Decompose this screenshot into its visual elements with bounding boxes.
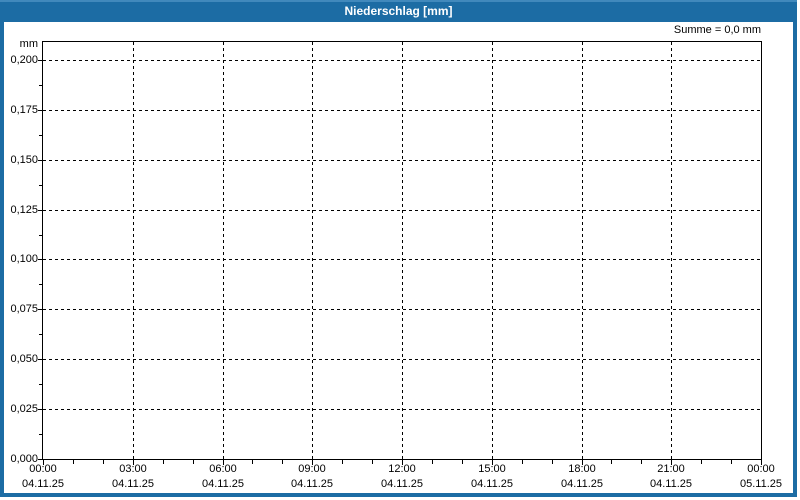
y-major-tick [38,110,42,111]
x-minor-tick [73,460,74,464]
x-tick-time-label: 03:00 [119,463,147,475]
sum-annotation: Summe = 0,0 mm [673,24,761,36]
x-minor-tick [372,460,373,464]
y-axis-unit-label: mm [19,38,38,50]
x-minor-tick [163,460,164,464]
y-tick-label: 0,050 [10,353,38,365]
y-major-tick [38,210,42,211]
x-tick-time-label: 00:00 [747,463,775,475]
x-tick-date-label: 04.11.25 [290,478,333,490]
y-major-tick [38,459,42,460]
chart-window: Niederschlag [mm] Summe = 0,0 mm mm 0,00… [0,0,800,500]
x-minor-tick [462,460,463,464]
y-minor-tick [39,284,42,285]
y-major-tick [38,309,42,310]
y-tick-label: 0,075 [10,303,38,315]
x-tick-time-label: 09:00 [298,463,326,475]
x-minor-tick [193,460,194,464]
y-tick-label: 0,175 [10,104,38,116]
x-minor-tick [103,460,104,464]
plot-area [42,41,762,460]
x-tick-date-label: 04.11.25 [201,478,244,490]
y-tick-label: 0,200 [10,54,38,66]
x-tick-date-label: 04.11.25 [560,478,603,490]
x-minor-tick [282,460,283,464]
y-major-tick [38,259,42,260]
gridline-vertical [133,42,134,459]
gridline-vertical [671,42,672,459]
x-tick-date-label: 04.11.25 [21,478,64,490]
x-tick-time-label: 21:00 [657,463,685,475]
x-tick-time-label: 00:00 [29,463,57,475]
x-minor-tick [731,460,732,464]
x-tick-date-label: 04.11.25 [111,478,154,490]
x-minor-tick [432,460,433,464]
x-minor-tick [522,460,523,464]
x-tick-date-label: 04.11.25 [649,478,692,490]
gridline-vertical [223,42,224,459]
x-tick-time-label: 06:00 [209,463,237,475]
chart-title-bar: Niederschlag [mm] [0,0,797,22]
x-tick-time-label: 15:00 [478,463,506,475]
y-tick-label: 0,150 [10,154,38,166]
x-tick-date-label: 05.11.25 [739,478,782,490]
x-tick-date-label: 04.11.25 [470,478,513,490]
x-minor-tick [252,460,253,464]
y-minor-tick [39,185,42,186]
y-minor-tick [39,334,42,335]
y-tick-label: 0,125 [10,204,38,216]
gridline-vertical [582,42,583,459]
x-minor-tick [342,460,343,464]
chart-title: Niederschlag [mm] [344,4,453,18]
x-minor-tick [701,460,702,464]
y-minor-tick [39,384,42,385]
y-tick-label: 0,100 [10,253,38,265]
x-minor-tick [611,460,612,464]
y-major-tick [38,359,42,360]
x-tick-time-label: 18:00 [568,463,596,475]
y-major-tick [38,409,42,410]
y-minor-tick [39,85,42,86]
x-minor-tick [552,460,553,464]
y-tick-label: 0,025 [10,403,38,415]
y-minor-tick [39,135,42,136]
gridline-vertical [312,42,313,459]
x-minor-tick [641,460,642,464]
y-minor-tick [39,235,42,236]
y-major-tick [38,160,42,161]
y-minor-tick [39,434,42,435]
y-major-tick [38,60,42,61]
x-tick-time-label: 12:00 [388,463,416,475]
x-tick-date-label: 04.11.25 [380,478,423,490]
gridline-vertical [402,42,403,459]
gridline-vertical [492,42,493,459]
